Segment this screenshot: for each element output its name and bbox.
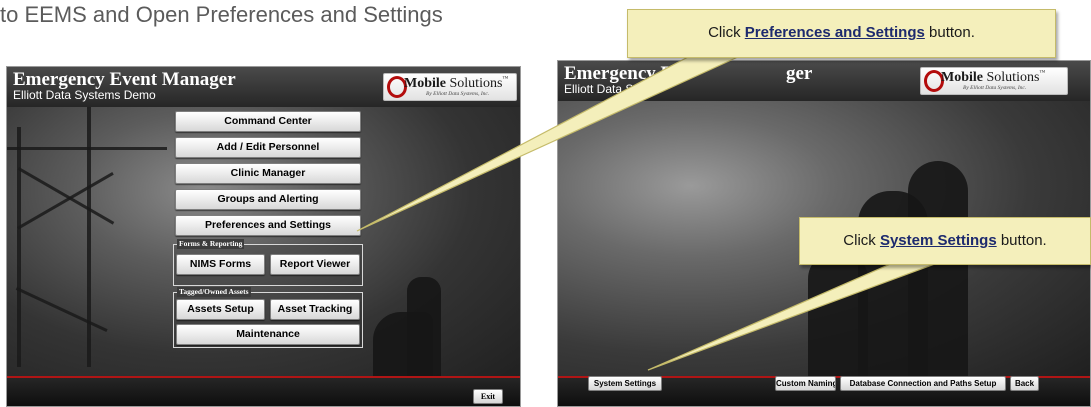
prefs-callout-pointer	[356, 55, 741, 232]
callout-pointers	[356, 55, 941, 371]
prefs-callout-link[interactable]: Preferences and Settings	[745, 24, 925, 41]
prefs-callout: Click Preferences and Settings button.	[627, 9, 1056, 58]
system-settings-callout: Click System Settings button.	[799, 217, 1091, 265]
system-callout-pointer	[647, 261, 941, 371]
system-settings-callout-link[interactable]: System Settings	[880, 232, 997, 249]
